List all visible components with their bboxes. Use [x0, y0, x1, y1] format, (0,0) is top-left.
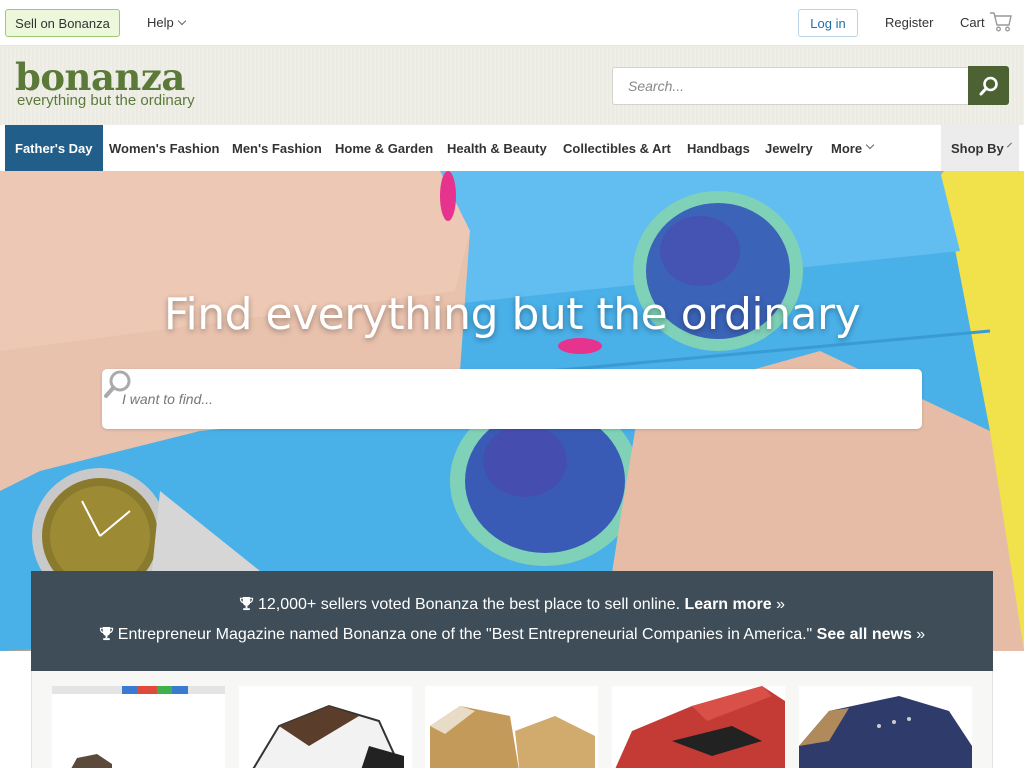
news-line-2-text: Entrepreneur Magazine named Bonanza one … [117, 626, 813, 643]
hero-title: Find everything but the ordinary [163, 289, 861, 340]
product-image [615, 686, 785, 768]
help-menu[interactable]: Help [147, 15, 186, 30]
chevron-down-icon [177, 16, 186, 26]
log-in-button[interactable]: Log in [798, 9, 858, 37]
product-image [52, 686, 225, 768]
trophy-icon [99, 626, 113, 641]
cart-link[interactable]: Cart [960, 15, 985, 30]
arrow-icon: » [916, 626, 926, 643]
search-icon [979, 76, 998, 95]
product-strip [31, 671, 993, 768]
nav-item-fathers-day[interactable]: Father's Day [5, 125, 103, 171]
nav-item-handbags[interactable]: Handbags [687, 125, 750, 171]
chevron-down-icon [1006, 142, 1012, 148]
register-link[interactable]: Register [885, 15, 933, 30]
news-line-1-text: 12,000+ sellers voted Bonanza the best p… [257, 596, 681, 613]
cart-icon[interactable] [989, 11, 1013, 33]
sell-on-bonanza-button[interactable]: Sell on Bonanza [5, 9, 120, 37]
shop-by-menu[interactable]: Shop By [941, 125, 1019, 171]
shop-by-label: Shop By [951, 140, 1004, 156]
nav-item-home-garden[interactable]: Home & Garden [335, 125, 433, 171]
header: bonanza everything but the ordinary Sear… [0, 46, 1024, 125]
arrow-icon: » [776, 596, 785, 613]
top-bar: Sell on Bonanza Help Log in Register Car… [0, 0, 1024, 46]
search-icon[interactable] [102, 369, 132, 399]
product-card[interactable] [239, 686, 412, 768]
see-all-news-link[interactable]: See all news [817, 626, 912, 643]
hero-search-placeholder: I want to find... [122, 391, 214, 407]
product-card[interactable] [425, 686, 598, 768]
nav-item-womens-fashion[interactable]: Women's Fashion [109, 125, 219, 171]
search-input[interactable]: Search... [612, 67, 969, 105]
product-image [430, 706, 595, 768]
product-image [799, 696, 972, 768]
product-card[interactable] [799, 686, 972, 768]
news-line-2: Entrepreneur Magazine named Bonanza one … [31, 626, 993, 644]
learn-more-link[interactable]: Learn more [685, 596, 772, 613]
nav-item-more[interactable]: More [831, 125, 875, 171]
logo-tagline: everything but the ordinary [17, 92, 195, 109]
help-label: Help [147, 15, 174, 30]
trophy-icon [239, 596, 254, 611]
nav-item-jewelry[interactable]: Jewelry [765, 125, 813, 171]
nav-more-label: More [831, 140, 863, 156]
news-line-1: 12,000+ sellers voted Bonanza the best p… [31, 596, 993, 614]
product-card[interactable] [52, 686, 225, 768]
product-card[interactable] [612, 686, 785, 768]
news-banner: 12,000+ sellers voted Bonanza the best p… [31, 571, 993, 671]
chevron-down-icon [865, 140, 875, 150]
product-image [252, 704, 404, 768]
nav-item-collectibles-art[interactable]: Collectibles & Art [563, 125, 671, 171]
hero-search-input[interactable]: I want to find... [102, 369, 922, 429]
category-nav: Father's Day Women's Fashion Men's Fashi… [0, 125, 1024, 171]
nav-item-health-beauty[interactable]: Health & Beauty [447, 125, 547, 171]
nav-item-mens-fashion[interactable]: Men's Fashion [232, 125, 322, 171]
search-button[interactable] [968, 66, 1009, 105]
logo[interactable]: bonanza [15, 58, 185, 96]
